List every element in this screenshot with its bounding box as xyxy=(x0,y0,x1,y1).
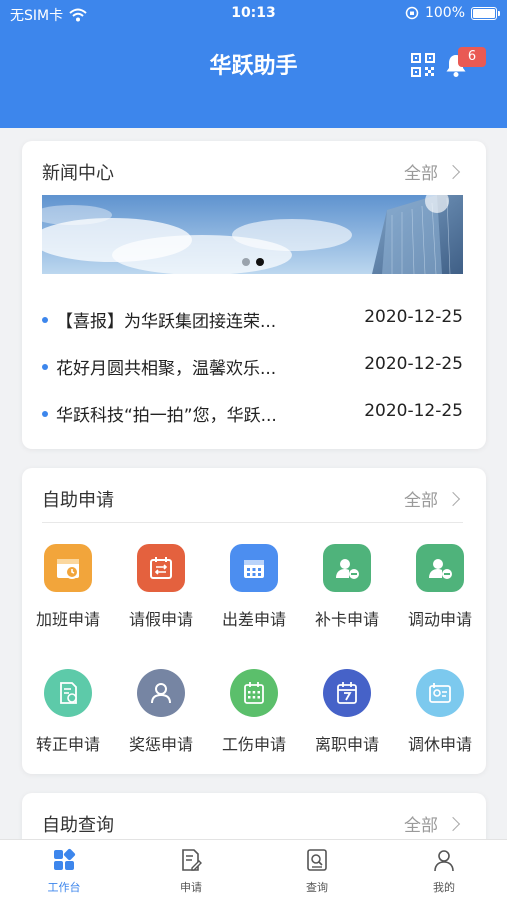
news-date: 2020-12-25 xyxy=(364,354,463,374)
news-date: 2020-12-25 xyxy=(364,401,463,421)
carousel-dot-active[interactable] xyxy=(255,258,264,266)
injury-label: 工伤申请 xyxy=(221,735,286,754)
apply-section-title: 自助申请 xyxy=(42,490,114,511)
profile-icon xyxy=(434,850,454,872)
reward-punish-label: 奖惩申请 xyxy=(128,735,193,754)
bottom-tab-bar: 工作台 申请 查询 我的 xyxy=(0,839,507,901)
query-more-link[interactable]: 全部 xyxy=(404,811,461,836)
notification-badge: 6 xyxy=(458,47,486,67)
business-trip-apply[interactable]: 出差申请 xyxy=(209,544,299,630)
query-icon xyxy=(307,849,327,871)
comp-leave-icon xyxy=(416,669,464,717)
tab-profile-label: 我的 xyxy=(433,881,455,894)
news-bullet xyxy=(42,411,48,417)
divider xyxy=(42,522,463,523)
regularization-label: 转正申请 xyxy=(35,735,100,754)
injury-icon xyxy=(230,669,278,717)
news-bullet xyxy=(42,364,48,370)
chevron-right-icon xyxy=(445,491,461,506)
regularization-icon xyxy=(44,669,92,717)
reward-punish-icon xyxy=(137,669,185,717)
tab-apply-label: 申请 xyxy=(180,881,202,894)
apply-more-link[interactable]: 全部 xyxy=(404,486,461,511)
resign-apply[interactable]: 离职申请 xyxy=(302,669,392,755)
tab-query[interactable]: 查询 xyxy=(277,848,357,895)
injury-apply[interactable]: 工伤申请 xyxy=(209,669,299,755)
query-more-label: 全部 xyxy=(404,816,438,836)
card-repair-label: 补卡申请 xyxy=(314,610,379,629)
news-title: 华跃科技“拍一拍”您，华跃... xyxy=(56,406,277,426)
carousel-indicator[interactable] xyxy=(42,258,463,266)
qr-code-icon[interactable] xyxy=(410,52,436,78)
battery-icon xyxy=(471,6,500,20)
business-trip-label: 出差申请 xyxy=(221,610,286,629)
resign-label: 离职申请 xyxy=(314,735,379,754)
leave-icon xyxy=(137,544,185,592)
battery-percent: 100% xyxy=(424,5,465,21)
news-card: 新闻中心 全部 【喜报】为华跃集团接连荣... 2020-12-25 花好月圆共… xyxy=(22,141,486,449)
leave-label: 请假申请 xyxy=(128,610,193,629)
orientation-lock-icon xyxy=(405,6,419,20)
regularization-apply[interactable]: 转正申请 xyxy=(23,669,113,755)
tab-workbench-label: 工作台 xyxy=(47,881,81,894)
reward-punish-apply[interactable]: 奖惩申请 xyxy=(116,669,206,755)
news-item[interactable]: 【喜报】为华跃集团接连荣... 2020-12-25 xyxy=(42,307,463,335)
leave-apply[interactable]: 请假申请 xyxy=(116,544,206,630)
news-more-link[interactable]: 全部 xyxy=(404,159,461,184)
news-section-title: 新闻中心 xyxy=(42,163,114,184)
overtime-apply[interactable]: 加班申请 xyxy=(23,544,113,630)
chevron-right-icon xyxy=(445,164,461,179)
tab-apply[interactable]: 申请 xyxy=(151,848,231,895)
transfer-apply[interactable]: 调动申请 xyxy=(395,544,485,630)
news-date: 2020-12-25 xyxy=(364,307,463,327)
news-bullet xyxy=(42,317,48,323)
tab-query-label: 查询 xyxy=(306,881,328,894)
workbench-icon xyxy=(54,848,76,870)
carousel-dot[interactable] xyxy=(241,258,250,266)
tab-profile[interactable]: 我的 xyxy=(404,848,484,895)
chevron-right-icon xyxy=(445,816,461,831)
overtime-label: 加班申请 xyxy=(35,610,100,629)
apply-more-label: 全部 xyxy=(404,491,438,511)
tab-workbench[interactable]: 工作台 xyxy=(24,848,104,895)
transfer-icon xyxy=(416,544,464,592)
business-trip-icon xyxy=(230,544,278,592)
comp-leave-apply[interactable]: 调休申请 xyxy=(395,669,485,755)
comp-leave-label: 调休申请 xyxy=(407,735,472,754)
apply-icon xyxy=(182,849,202,871)
news-item[interactable]: 花好月圆共相聚，温馨欢乐... 2020-12-25 xyxy=(42,354,463,382)
news-title: 花好月圆共相聚，温馨欢乐... xyxy=(56,359,277,379)
news-title: 【喜报】为华跃集团接连荣... xyxy=(56,312,277,332)
query-section-title: 自助查询 xyxy=(42,815,114,836)
news-more-label: 全部 xyxy=(404,164,438,184)
resign-icon xyxy=(323,669,371,717)
card-repair-icon xyxy=(323,544,371,592)
card-repair-apply[interactable]: 补卡申请 xyxy=(302,544,392,630)
transfer-label: 调动申请 xyxy=(407,610,472,629)
news-banner[interactable] xyxy=(42,195,463,274)
apply-card: 自助申请 全部 加班申请 请假申请 出差申请 补卡申请 调动申请 转正申请 奖惩… xyxy=(22,468,486,774)
news-item[interactable]: 华跃科技“拍一拍”您，华跃... 2020-12-25 xyxy=(42,401,463,429)
overtime-icon xyxy=(44,544,92,592)
status-bar: 无SIM卡 10:13 100% xyxy=(0,0,507,28)
